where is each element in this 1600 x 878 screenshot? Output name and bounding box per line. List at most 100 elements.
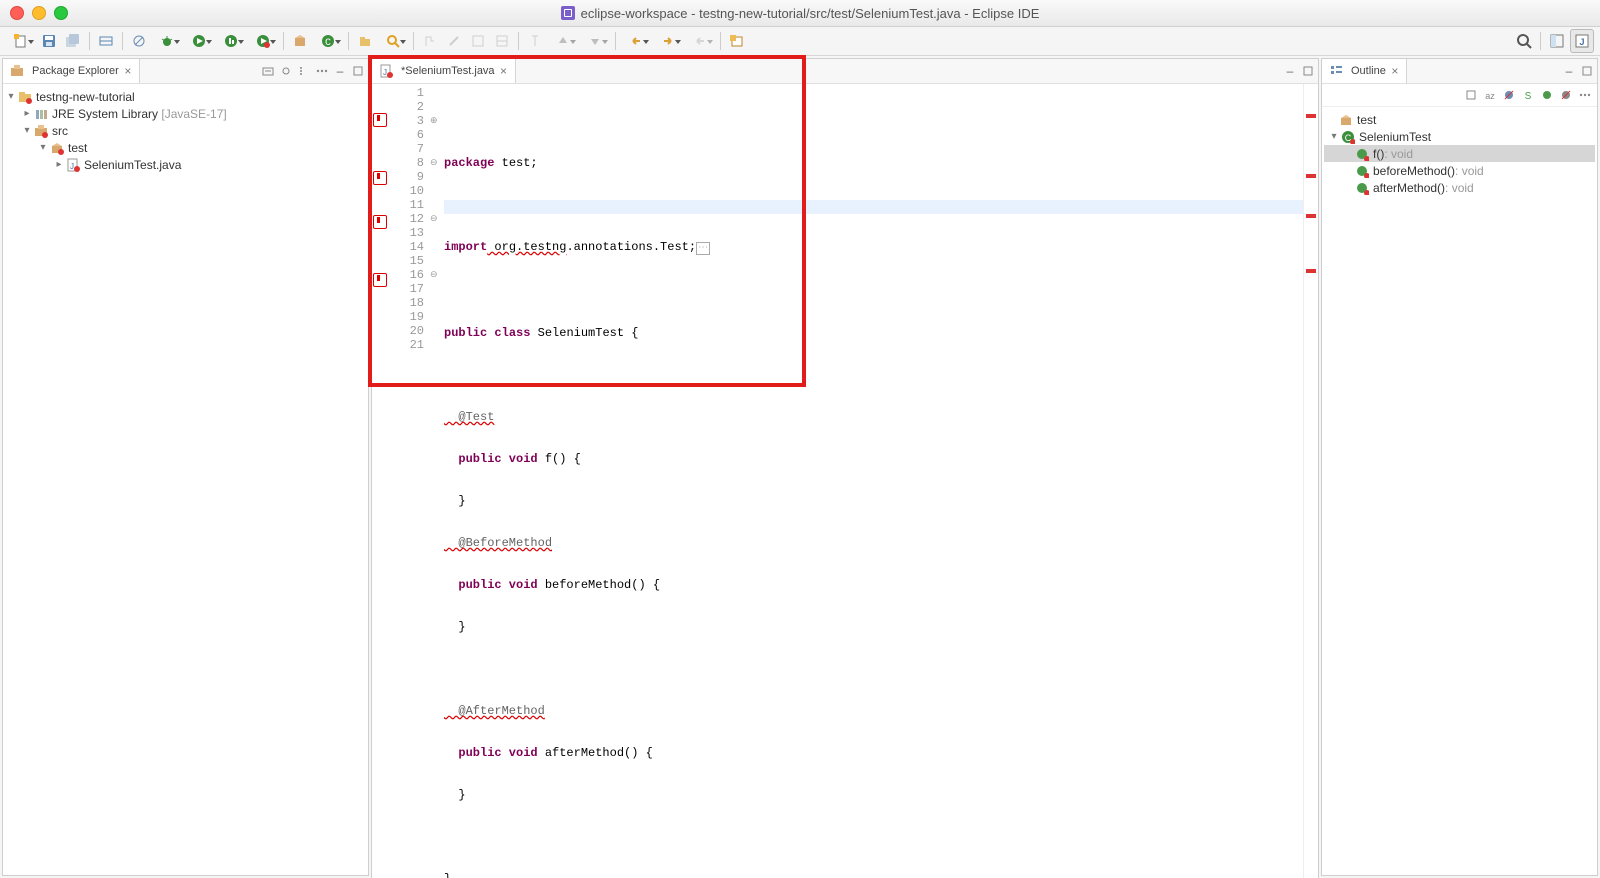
maximize-pane-button[interactable] [1300,63,1316,79]
toggle-mark-button[interactable] [419,30,441,52]
last-edit-button[interactable] [685,30,715,52]
svg-text:J: J [70,162,74,171]
center-column: J *SeleniumTest.java × ‒ [371,58,1319,876]
debug-button[interactable] [152,30,182,52]
workbench-body: Package Explorer × ‒ ▾ testng-new-tutoria… [0,56,1600,878]
expand-toggle[interactable]: ▾ [21,125,33,136]
maximize-pane-button[interactable] [350,63,366,79]
window-title: eclipse-workspace - testng-new-tutorial/… [0,6,1600,21]
package-tree[interactable]: ▾ testng-new-tutorial ▸ JRE System Library… [3,84,368,875]
error-marker-icon[interactable] [373,171,387,185]
back-button[interactable] [621,30,651,52]
outline-pane: Outline × ‒ az S test ▾CSeleniumTest [1321,58,1598,876]
outline-method: beforeMethod() [1373,164,1455,178]
project-label: testng-new-tutorial [36,90,135,104]
package-explorer-pane: Package Explorer × ‒ ▾ testng-new-tutoria… [2,58,369,876]
run-last-button[interactable] [248,30,278,52]
hide-nonpublic-button[interactable] [1539,87,1555,103]
eclipse-window: eclipse-workspace - testng-new-tutorial/… [0,0,1600,878]
library-icon [33,106,49,122]
toggle-breadcrumb-button[interactable] [95,30,117,52]
hide-static-button[interactable]: S [1520,87,1536,103]
forward-button[interactable] [653,30,683,52]
close-icon[interactable]: × [1390,66,1400,76]
open-type-button[interactable] [354,30,376,52]
filters-button[interactable] [296,63,312,79]
run-button[interactable] [184,30,214,52]
prev-annotation-button[interactable] [580,30,610,52]
editor-pane: J *SeleniumTest.java × ‒ [371,58,1319,878]
package-explorer-tab[interactable]: Package Explorer × [3,59,140,83]
minimize-pane-button[interactable]: ‒ [1561,63,1577,79]
global-search-button[interactable] [1513,30,1535,52]
edit-button-1[interactable] [443,30,465,52]
new-package-button[interactable] [289,30,311,52]
editor-body[interactable]: 1236789101112131415161718192021 ⊕ ⊖ ⊖ ⊖ … [372,84,1318,878]
sort-button[interactable]: az [1482,87,1498,103]
jre-label: JRE System Library [52,107,158,121]
maximize-pane-button[interactable] [1579,63,1595,79]
editor-tab-bar: J *SeleniumTest.java × ‒ [372,59,1318,84]
close-window-button[interactable] [10,6,24,20]
edit-button-3[interactable] [491,30,513,52]
outline-title: Outline [1351,65,1386,77]
code-area[interactable]: package test; import org.testng.annotati… [440,84,1303,878]
method-icon [1354,146,1370,162]
package-icon [49,140,65,156]
svg-text:S: S [1525,91,1532,101]
save-all-button[interactable] [62,30,84,52]
expand-toggle[interactable]: ▸ [21,108,33,119]
outline-tab[interactable]: Outline × [1322,59,1407,83]
collapse-all-button[interactable] [260,63,276,79]
svg-text:J: J [1579,37,1584,47]
view-menu-button[interactable] [1577,87,1593,103]
pin-button[interactable] [524,30,546,52]
error-marker-icon[interactable] [373,113,387,127]
new-testng-button[interactable] [726,30,748,52]
search-button[interactable] [378,30,408,52]
titlebar: eclipse-workspace - testng-new-tutorial/… [0,0,1600,27]
link-editor-button[interactable] [278,63,294,79]
save-button[interactable] [38,30,60,52]
focus-button[interactable] [1463,87,1479,103]
coverage-button[interactable] [216,30,246,52]
new-class-button[interactable]: C [313,30,343,52]
skip-button[interactable] [128,30,150,52]
eclipse-icon [561,6,575,20]
minimize-window-button[interactable] [32,6,46,20]
expand-toggle[interactable]: ▾ [5,91,17,102]
package-explorer-title: Package Explorer [32,65,119,77]
outline-toolbar: az S [1322,84,1597,107]
close-icon[interactable]: × [123,66,133,76]
fold-bar[interactable]: ⊕ ⊖ ⊖ ⊖ [430,84,440,878]
package-explorer-icon [9,63,25,79]
outline-method: afterMethod() [1373,181,1445,195]
next-annotation-button[interactable] [548,30,578,52]
file-label: SeleniumTest.java [84,158,181,172]
marker-bar [372,84,388,878]
minimize-pane-button[interactable]: ‒ [332,63,348,79]
outline-tree[interactable]: test ▾CSeleniumTest f() : void beforeMet… [1322,107,1597,875]
edit-button-2[interactable] [467,30,489,52]
overview-ruler[interactable] [1303,84,1318,878]
editor-tab[interactable]: J *SeleniumTest.java × [372,59,516,83]
zoom-window-button[interactable] [54,6,68,20]
error-marker-icon[interactable] [373,273,387,287]
editor-tab-label: *SeleniumTest.java [401,65,495,77]
hide-fields-button[interactable] [1501,87,1517,103]
expand-toggle[interactable]: ▸ [53,159,65,170]
error-marker-icon[interactable] [373,215,387,229]
hide-local-button[interactable] [1558,87,1574,103]
close-icon[interactable]: × [499,66,509,76]
expand-toggle[interactable]: ▾ [1328,131,1340,142]
view-menu-button[interactable] [314,63,330,79]
svg-text:az: az [1485,91,1495,101]
java-perspective-button[interactable]: J [1570,29,1594,53]
open-perspective-button[interactable] [1546,30,1568,52]
new-button[interactable] [6,30,36,52]
expand-toggle[interactable]: ▾ [37,142,49,153]
minimize-pane-button[interactable]: ‒ [1282,63,1298,79]
window-controls [0,6,68,20]
outline-method: f() [1373,147,1384,161]
outline-header: Outline × ‒ [1322,59,1597,84]
